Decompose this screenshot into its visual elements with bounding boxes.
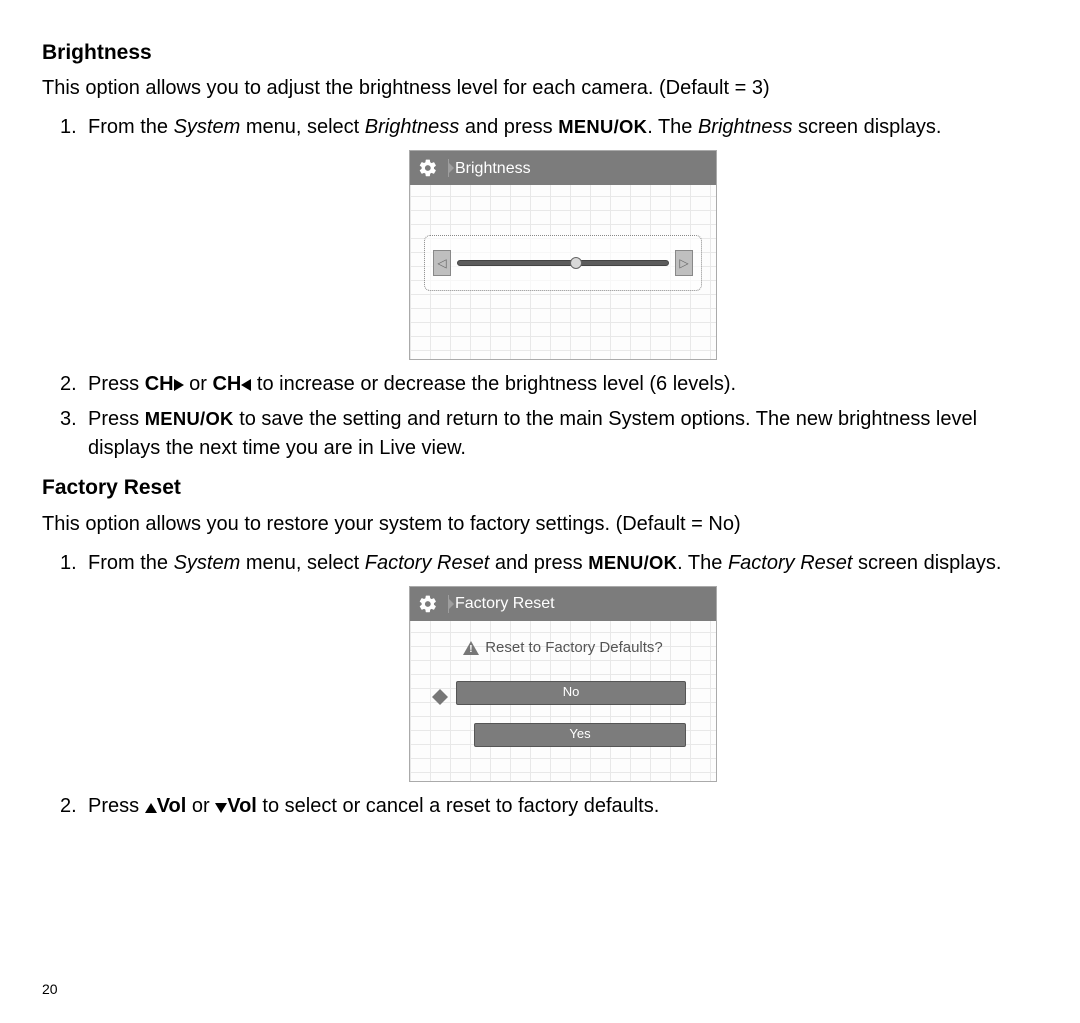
text-keycap: CH (212, 373, 241, 395)
triangle-left-icon (241, 379, 251, 391)
warning-text: Reset to Factory Defaults? (485, 637, 663, 659)
text-italic: System (174, 116, 241, 138)
text: or (186, 795, 215, 817)
text-italic: Factory Reset (365, 552, 489, 574)
brightness-step-3: Press MENU/OK to save the setting and re… (88, 405, 1038, 463)
text: . The (647, 116, 698, 138)
selector-diamond-icon (432, 685, 448, 701)
option-yes-button[interactable]: Yes (474, 723, 686, 747)
text: and press (489, 552, 588, 574)
factory-reset-description: This option allows you to restore your s… (42, 510, 1038, 539)
triangle-down-icon (215, 803, 227, 813)
slider-increase-button[interactable]: ▷ (675, 250, 693, 276)
slider-thumb[interactable] (570, 257, 582, 269)
text-keycap: MENU/OK (145, 408, 234, 429)
breadcrumb-chevron-icon (448, 595, 449, 613)
warning-row: Reset to Factory Defaults? (420, 627, 706, 675)
gear-icon (418, 594, 438, 614)
brightness-ui-header: Brightness (410, 151, 716, 185)
factory-reset-step-2: Press Vol or Vol to select or cancel a r… (88, 792, 1038, 821)
text: Press (88, 373, 145, 395)
text: or (184, 373, 213, 395)
text: . The (677, 552, 728, 574)
text: menu, select (240, 552, 365, 574)
brightness-ui-body: ◁ ▷ (410, 185, 716, 359)
brightness-heading: Brightness (42, 38, 1038, 68)
text-italic: System (174, 552, 241, 574)
text-keycap: Vol (157, 795, 187, 817)
text-keycap: MENU/OK (558, 116, 647, 137)
slider-track[interactable] (457, 260, 669, 266)
gear-icon (418, 158, 438, 178)
factory-reset-ui-title: Factory Reset (455, 592, 555, 615)
text: menu, select (240, 116, 365, 138)
text-keycap: MENU/OK (588, 552, 677, 573)
triangle-up-icon (145, 803, 157, 813)
text: screen displays. (792, 116, 941, 138)
text: Press (88, 795, 145, 817)
brightness-description: This option allows you to adjust the bri… (42, 74, 1038, 103)
option-row-yes: Yes (474, 723, 686, 747)
brightness-ui-screenshot: Brightness ◁ ▷ (409, 150, 717, 360)
warning-icon (463, 641, 479, 655)
factory-reset-ui-screenshot: Factory Reset Reset to Factory Defaults?… (409, 586, 717, 782)
text: screen displays. (852, 552, 1001, 574)
factory-reset-step-1: From the System menu, select Factory Res… (88, 549, 1038, 782)
text: From the (88, 116, 174, 138)
brightness-ui-title: Brightness (455, 157, 531, 180)
text: to select or cancel a reset to factory d… (257, 795, 659, 817)
slider-decrease-button[interactable]: ◁ (433, 250, 451, 276)
factory-reset-heading: Factory Reset (42, 473, 1038, 503)
brightness-steps: From the System menu, select Brightness … (42, 113, 1038, 463)
triangle-right-icon (174, 379, 184, 391)
brightness-slider[interactable]: ◁ ▷ (424, 235, 702, 291)
brightness-step-1: From the System menu, select Brightness … (88, 113, 1038, 360)
option-row-no: No (456, 681, 686, 705)
factory-reset-ui-header: Factory Reset (410, 587, 716, 621)
brightness-step-2: Press CH or CH to increase or decrease t… (88, 370, 1038, 399)
text-italic: Brightness (365, 116, 460, 138)
text: Press (88, 408, 145, 430)
text-keycap: Vol (227, 795, 257, 817)
option-no-button[interactable]: No (456, 681, 686, 705)
text-italic: Factory Reset (728, 552, 852, 574)
text-italic: Brightness (698, 116, 793, 138)
text: From the (88, 552, 174, 574)
page-number: 20 (42, 979, 58, 999)
factory-reset-steps: From the System menu, select Factory Res… (42, 549, 1038, 821)
factory-reset-ui-body: Reset to Factory Defaults? No Yes (410, 621, 716, 781)
text: to increase or decrease the brightness l… (251, 373, 736, 395)
text: and press (459, 116, 558, 138)
breadcrumb-chevron-icon (448, 159, 449, 177)
text-keycap: CH (145, 373, 174, 395)
